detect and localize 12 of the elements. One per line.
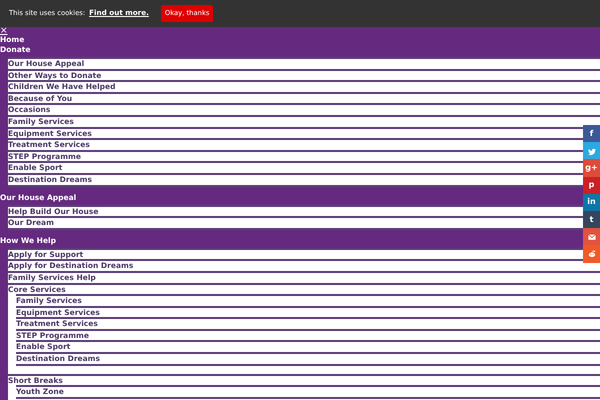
pinterest-share-button[interactable]: p <box>583 176 600 194</box>
tumblr-share-button[interactable]: t <box>583 210 600 228</box>
facebook-share-button[interactable]: f <box>583 125 600 142</box>
envelope-icon <box>588 232 596 241</box>
email-share-button[interactable] <box>583 228 600 246</box>
reddit-share-button[interactable] <box>583 245 600 262</box>
google-plus-share-button[interactable]: g+ <box>583 159 600 177</box>
bird-icon <box>588 146 596 155</box>
twitter-share-button[interactable] <box>583 142 600 160</box>
alien-icon <box>588 250 596 258</box>
close-button[interactable]: × <box>0 27 8 35</box>
linkedin-share-button[interactable]: in <box>583 194 600 211</box>
